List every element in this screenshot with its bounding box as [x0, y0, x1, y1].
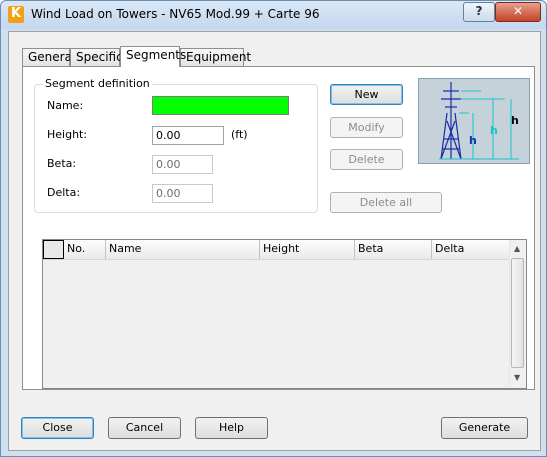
- h-label-1: h: [469, 134, 477, 147]
- beta-label: Beta:: [47, 157, 77, 170]
- table-scrollbar[interactable]: ▲ ▼: [509, 240, 526, 387]
- tab-general[interactable]: General: [22, 48, 75, 66]
- scroll-up-icon[interactable]: ▲: [514, 244, 520, 253]
- tab-equipment[interactable]: Equipment: [180, 48, 251, 66]
- col-beta[interactable]: Beta: [355, 240, 432, 259]
- help-button[interactable]: Help: [195, 417, 268, 439]
- h-label-3: h: [511, 114, 519, 127]
- generate-button[interactable]: Generate: [441, 417, 528, 439]
- row-selector-header[interactable]: [43, 240, 64, 259]
- modify-button[interactable]: Modify: [330, 117, 403, 138]
- height-input[interactable]: 0.00: [152, 126, 224, 145]
- col-name[interactable]: Name: [106, 240, 260, 259]
- tab-segments[interactable]: Segments: [120, 46, 186, 67]
- new-button[interactable]: New: [330, 84, 403, 105]
- app-icon: K: [8, 6, 24, 23]
- table-header: No. Name Height Beta Delta: [43, 240, 509, 260]
- scroll-down-icon[interactable]: ▼: [514, 373, 520, 382]
- height-label: Height:: [47, 128, 88, 141]
- name-input[interactable]: [152, 96, 289, 115]
- segments-table[interactable]: No. Name Height Beta Delta ▲ ▼: [42, 239, 527, 389]
- delete-button[interactable]: Delete: [330, 149, 403, 170]
- tower-diagram: h h h: [418, 78, 530, 164]
- delta-input[interactable]: 0.00: [152, 184, 213, 203]
- col-height[interactable]: Height: [260, 240, 355, 259]
- dialog-window: K Wind Load on Towers - NV65 Mod.99 + Ca…: [0, 0, 547, 457]
- window-title: Wind Load on Towers - NV65 Mod.99 + Cart…: [31, 7, 320, 21]
- scroll-thumb[interactable]: [511, 258, 524, 368]
- delete-all-button[interactable]: Delete all: [330, 192, 442, 213]
- col-delta[interactable]: Delta: [432, 240, 509, 259]
- col-no[interactable]: No.: [64, 240, 106, 259]
- segments-panel: Segment definition Name: Height: 0.00 (f…: [22, 66, 535, 390]
- group-label: Segment definition: [43, 77, 152, 90]
- dialog-client-area: General Specific Segments Equipment Segm…: [8, 31, 541, 451]
- title-bar[interactable]: K Wind Load on Towers - NV65 Mod.99 + Ca…: [1, 1, 546, 29]
- h-label-2: h: [490, 124, 498, 137]
- title-help-button[interactable]: ?: [463, 2, 495, 22]
- height-unit: (ft): [231, 128, 248, 141]
- tab-specific[interactable]: Specific: [70, 48, 123, 66]
- close-button[interactable]: Close: [21, 417, 94, 439]
- tower-diagram-icon: h h h: [439, 82, 519, 160]
- cancel-button[interactable]: Cancel: [108, 417, 181, 439]
- segment-definition-group: Segment definition Name: Height: 0.00 (f…: [34, 77, 318, 213]
- delta-label: Delta:: [47, 186, 81, 199]
- title-close-button[interactable]: ✕: [495, 2, 541, 22]
- name-label: Name:: [47, 99, 84, 112]
- beta-input[interactable]: 0.00: [152, 155, 213, 174]
